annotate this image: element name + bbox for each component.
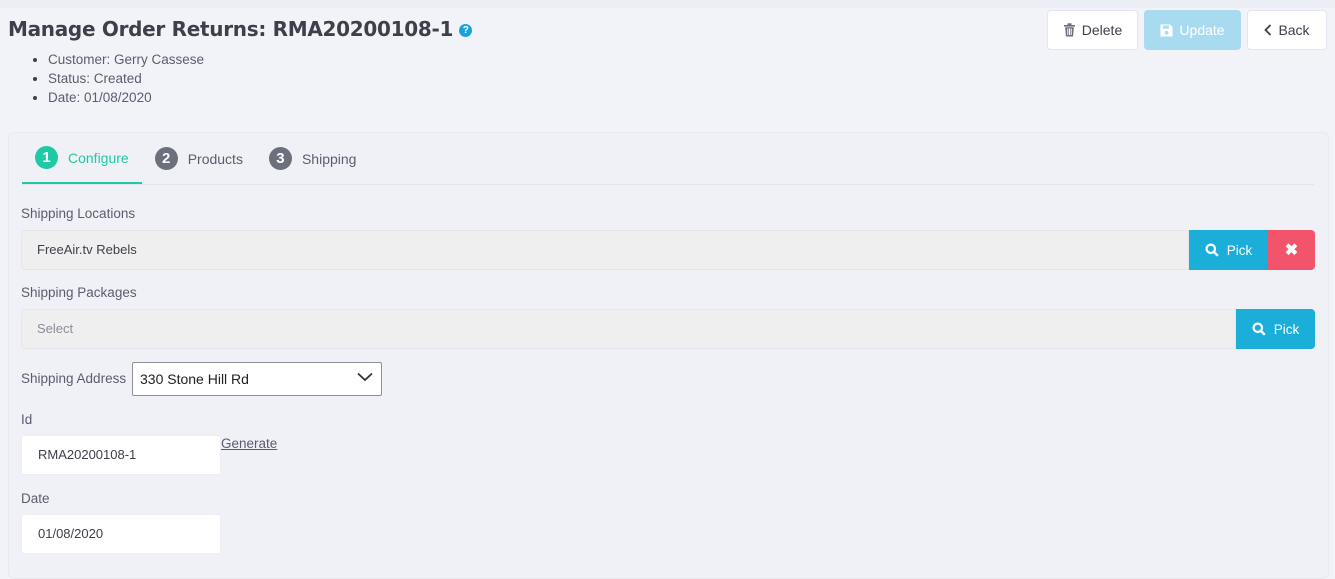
tab-shipping[interactable]: 3 Shipping [256, 133, 370, 184]
tab-configure-label: Configure [68, 149, 129, 166]
trash-icon [1063, 23, 1075, 37]
shipping-address-label: Shipping Address [21, 371, 127, 386]
help-icon[interactable]: ? [459, 24, 473, 37]
page-title-text: Manage Order Returns: RMA20200108-1 [8, 17, 454, 41]
tab-shipping-label: Shipping [301, 150, 357, 167]
shipping-packages-pick-label: Pick [1273, 321, 1300, 337]
update-button-label: Update [1179, 22, 1225, 38]
shipping-packages-field[interactable]: Select [21, 309, 1236, 349]
return-form-card: 1 Configure 2 Products 3 Shipping Shippi… [8, 132, 1329, 579]
date-label: Date [21, 491, 50, 506]
shipping-locations-clear-button[interactable]: ✖ [1268, 230, 1315, 270]
shipping-locations-pick-button[interactable]: Pick [1189, 230, 1268, 270]
meta-date: Date: 01/08/2020 [48, 88, 204, 107]
close-icon: ✖ [1284, 242, 1299, 259]
tab-products[interactable]: 2 Products [142, 133, 256, 184]
meta-customer: Customer: Gerry Cassese [48, 50, 204, 69]
shipping-address-selected: 330 Stone Hill Rd [140, 371, 249, 387]
shipping-locations-pick-label: Pick [1226, 242, 1253, 258]
step-1-icon: 1 [35, 146, 58, 169]
delete-button-label: Delete [1081, 22, 1123, 38]
chevron-left-icon [1264, 24, 1272, 36]
id-input[interactable]: RMA20200108-1 [21, 435, 221, 475]
header-actions: Delete Update Back [1047, 10, 1327, 50]
back-button-label: Back [1278, 22, 1310, 38]
shipping-packages-label: Shipping Packages [21, 285, 137, 300]
search-icon [1205, 243, 1219, 257]
tab-configure[interactable]: 1 Configure [22, 133, 142, 184]
wizard-tabs: 1 Configure 2 Products 3 Shipping [22, 133, 1314, 185]
tab-products-label: Products [187, 150, 243, 167]
order-meta-list: Customer: Gerry Cassese Status: Created … [29, 50, 204, 107]
delete-button[interactable]: Delete [1047, 10, 1138, 50]
id-label: Id [21, 412, 33, 427]
page-title: Manage Order Returns: RMA20200108-1? [8, 17, 473, 41]
shipping-locations-label: Shipping Locations [21, 206, 136, 221]
search-icon [1252, 322, 1266, 336]
generate-id-link[interactable]: Generate [221, 436, 277, 451]
shipping-address-select[interactable]: 330 Stone Hill Rd [132, 362, 382, 396]
back-button[interactable]: Back [1247, 10, 1327, 50]
floppy-disk-icon [1160, 24, 1173, 36]
shipping-locations-field[interactable]: FreeAir.tv Rebels [21, 230, 1189, 270]
step-3-icon: 3 [268, 147, 292, 170]
meta-status: Status: Created [48, 69, 204, 88]
update-button[interactable]: Update [1144, 10, 1241, 50]
shipping-packages-pick-button[interactable]: Pick [1236, 309, 1315, 349]
date-input[interactable]: 01/08/2020 [21, 514, 221, 554]
top-bar [0, 0, 1335, 8]
chevron-down-icon [357, 372, 373, 382]
step-2-icon: 2 [154, 147, 178, 170]
